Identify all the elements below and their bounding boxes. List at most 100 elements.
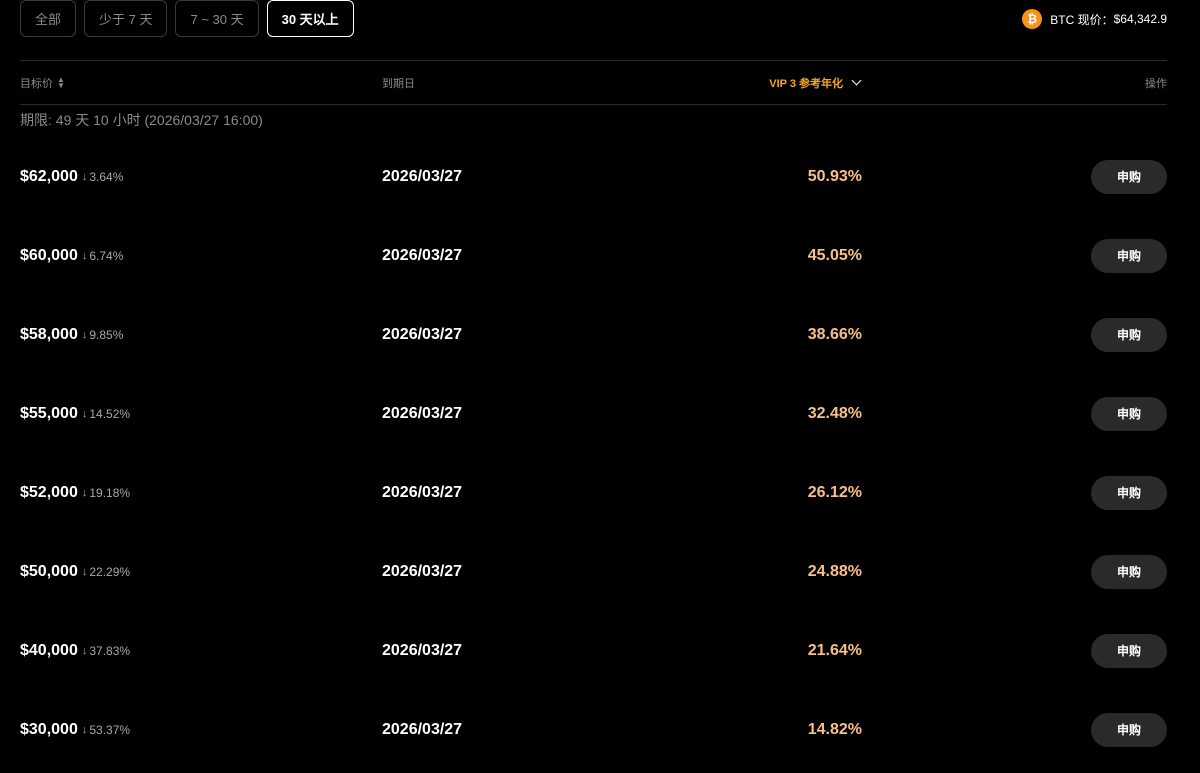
price-distance: ↓ 14.52% bbox=[82, 407, 130, 421]
tab-over-30-days[interactable]: 30 天以上 bbox=[266, 0, 354, 37]
arrow-down-icon: ↓ bbox=[81, 565, 88, 578]
btc-price-label: BTC 现价： bbox=[1050, 12, 1114, 27]
expiry-date: 2026/03/27 bbox=[382, 246, 463, 264]
target-price: $58,000 bbox=[20, 325, 78, 343]
price-distance-value: 3.64% bbox=[89, 169, 124, 184]
header-expiry-label: 到期日 bbox=[382, 77, 415, 90]
arrow-down-icon: ↓ bbox=[81, 486, 88, 499]
price-distance: ↓ 37.83% bbox=[82, 644, 130, 658]
action-cell: 申购 bbox=[1091, 532, 1167, 611]
price-distance-value: 22.29% bbox=[89, 564, 131, 579]
header-expiry: 到期日 bbox=[382, 61, 415, 104]
target-price: $40,000 bbox=[20, 641, 78, 659]
dual-investment-page: 全部 少于 7 天 7 ~ 30 天 30 天以上 ₿ BTC 现价： $64,3… bbox=[0, 0, 1200, 773]
table-row: $55,000 ↓ 14.52% 2026/03/27 32.48% 申购 bbox=[20, 374, 1167, 453]
subscribe-button[interactable]: 申购 bbox=[1091, 238, 1167, 273]
table-row: $60,000 ↓ 6.74% 2026/03/27 45.05% 申购 bbox=[20, 216, 1167, 295]
expiry-date: 2026/03/27 bbox=[382, 325, 463, 343]
bitcoin-icon: ₿ bbox=[1022, 9, 1043, 29]
price-distance: ↓ 22.29% bbox=[82, 565, 130, 579]
sort-icon[interactable]: ▲ ▼ bbox=[57, 75, 65, 89]
price-distance: ↓ 19.18% bbox=[82, 486, 130, 500]
price-distance-value: 37.83% bbox=[89, 643, 131, 658]
tab-7-to-30-days[interactable]: 7 ~ 30 天 bbox=[175, 0, 259, 37]
action-cell: 申购 bbox=[1091, 374, 1167, 453]
header-apy-label: VIP 3 参考年化 bbox=[769, 77, 843, 90]
subscribe-button[interactable]: 申购 bbox=[1091, 554, 1167, 589]
header-bottom-divider bbox=[20, 104, 1167, 105]
target-price-cell: $60,000 ↓ 6.74% bbox=[20, 216, 123, 295]
target-price: $62,000 bbox=[20, 167, 78, 185]
expiry-date: 2026/03/27 bbox=[382, 404, 463, 422]
action-cell: 申购 bbox=[1091, 216, 1167, 295]
header-action-label: 操作 bbox=[1145, 77, 1167, 90]
target-price-cell: $58,000 ↓ 9.85% bbox=[20, 295, 123, 374]
header-action: 操作 bbox=[1145, 61, 1167, 104]
apy-value: 45.05% bbox=[807, 246, 862, 264]
target-price: $50,000 bbox=[20, 562, 78, 580]
btc-current-price: ₿ BTC 现价： $64,342.9 bbox=[1022, 8, 1167, 30]
target-price-cell: $30,000 ↓ 53.37% bbox=[20, 690, 130, 769]
arrow-down-icon: ↓ bbox=[81, 249, 88, 262]
apy-value: 38.66% bbox=[807, 325, 862, 343]
price-distance: ↓ 6.74% bbox=[82, 249, 124, 263]
expiry-date: 2026/03/27 bbox=[382, 641, 463, 659]
arrow-down-icon: ↓ bbox=[81, 407, 88, 420]
arrow-down-icon: ↓ bbox=[81, 170, 88, 183]
apy-value: 50.93% bbox=[807, 167, 862, 185]
duration-filter-tabs: 全部 少于 7 天 7 ~ 30 天 30 天以上 bbox=[20, 0, 354, 37]
apy-value: 14.82% bbox=[807, 720, 862, 738]
header-target-price[interactable]: 目标价 ▲ ▼ bbox=[20, 61, 65, 104]
action-cell: 申购 bbox=[1091, 295, 1167, 374]
target-price-cell: $50,000 ↓ 22.29% bbox=[20, 532, 130, 611]
target-price: $30,000 bbox=[20, 720, 78, 738]
expiry-date: 2026/03/27 bbox=[382, 720, 463, 738]
apy-value: 32.48% bbox=[807, 404, 862, 422]
subscribe-button[interactable]: 申购 bbox=[1091, 159, 1167, 194]
table-row: $30,000 ↓ 53.37% 2026/03/27 14.82% 申购 bbox=[20, 690, 1167, 769]
price-distance-value: 6.74% bbox=[89, 248, 124, 263]
expiry-date: 2026/03/27 bbox=[382, 167, 463, 185]
product-list: $62,000 ↓ 3.64% 2026/03/27 50.93% 申购 $60,… bbox=[20, 137, 1167, 769]
table-row: $40,000 ↓ 37.83% 2026/03/27 21.64% 申购 bbox=[20, 611, 1167, 690]
target-price: $60,000 bbox=[20, 246, 78, 264]
action-cell: 申购 bbox=[1091, 453, 1167, 532]
header-apy[interactable]: VIP 3 参考年化 bbox=[769, 61, 862, 104]
table-header: 目标价 ▲ ▼ 到期日 VIP 3 参考年化 操作 bbox=[20, 61, 1167, 104]
table-row: $50,000 ↓ 22.29% 2026/03/27 24.88% 申购 bbox=[20, 532, 1167, 611]
apy-value: 24.88% bbox=[807, 562, 862, 580]
price-distance-value: 53.37% bbox=[89, 722, 131, 737]
arrow-down-icon: ↓ bbox=[81, 644, 88, 657]
action-cell: 申购 bbox=[1091, 137, 1167, 216]
subscribe-button[interactable]: 申购 bbox=[1091, 475, 1167, 510]
period-info: 期限: 49 天 10 小时 (2026/03/27 16:00) bbox=[20, 112, 263, 128]
subscribe-button[interactable]: 申购 bbox=[1091, 317, 1167, 352]
chevron-down-icon[interactable] bbox=[851, 75, 862, 86]
target-price: $55,000 bbox=[20, 404, 78, 422]
table-row: $52,000 ↓ 19.18% 2026/03/27 26.12% 申购 bbox=[20, 453, 1167, 532]
table-row: $58,000 ↓ 9.85% 2026/03/27 38.66% 申购 bbox=[20, 295, 1167, 374]
target-price: $52,000 bbox=[20, 483, 78, 501]
target-price-cell: $62,000 ↓ 3.64% bbox=[20, 137, 123, 216]
subscribe-button[interactable]: 申购 bbox=[1091, 396, 1167, 431]
target-price-cell: $55,000 ↓ 14.52% bbox=[20, 374, 130, 453]
apy-value: 26.12% bbox=[807, 483, 862, 501]
price-distance: ↓ 3.64% bbox=[82, 170, 124, 184]
subscribe-button[interactable]: 申购 bbox=[1091, 712, 1167, 747]
arrow-down-icon: ↓ bbox=[81, 328, 88, 341]
price-distance: ↓ 53.37% bbox=[82, 723, 130, 737]
price-distance-value: 14.52% bbox=[89, 406, 131, 421]
header-target-price-label: 目标价 bbox=[20, 77, 53, 90]
price-distance: ↓ 9.85% bbox=[82, 328, 124, 342]
table-row: $62,000 ↓ 3.64% 2026/03/27 50.93% 申购 bbox=[20, 137, 1167, 216]
price-distance-value: 19.18% bbox=[89, 485, 131, 500]
price-distance-value: 9.85% bbox=[89, 327, 124, 342]
subscribe-button[interactable]: 申购 bbox=[1091, 633, 1167, 668]
target-price-cell: $52,000 ↓ 19.18% bbox=[20, 453, 130, 532]
tab-all[interactable]: 全部 bbox=[20, 0, 77, 37]
apy-value: 21.64% bbox=[807, 641, 862, 659]
expiry-date: 2026/03/27 bbox=[382, 562, 463, 580]
tab-less-than-7-days[interactable]: 少于 7 天 bbox=[84, 0, 168, 37]
expiry-date: 2026/03/27 bbox=[382, 483, 463, 501]
action-cell: 申购 bbox=[1091, 690, 1167, 769]
